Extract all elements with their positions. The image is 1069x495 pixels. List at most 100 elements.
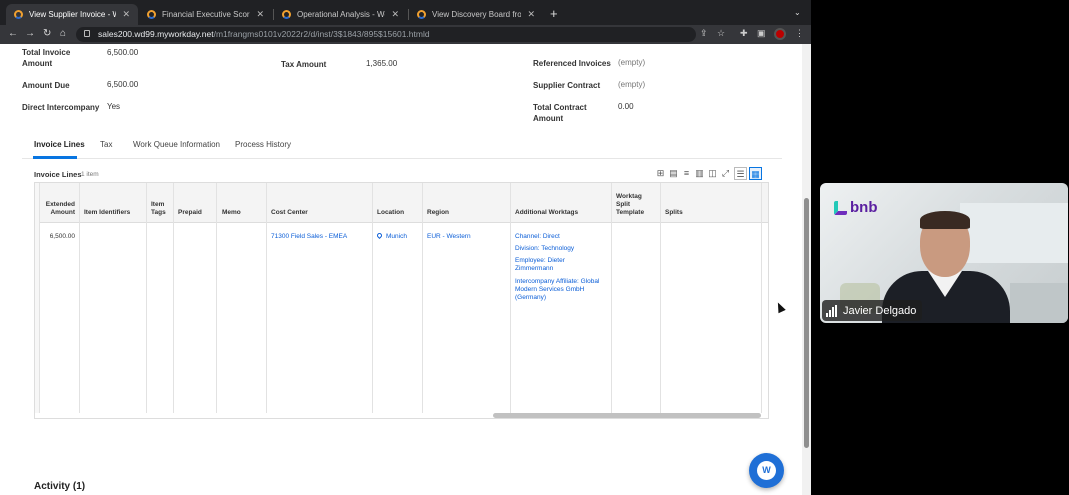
browser-tab-1[interactable]: View Supplier Invoice - Workday ✕ (6, 4, 138, 25)
col-item-identifiers[interactable]: Item Identifiers (84, 209, 130, 217)
workday-favicon-icon (417, 10, 426, 19)
close-tab-icon[interactable]: ✕ (256, 9, 264, 20)
office-background (1010, 283, 1068, 323)
workday-assistant-button[interactable]: W (749, 453, 784, 488)
col-item-tags[interactable]: Item Tags (151, 201, 171, 217)
tax-amount-label: Tax Amount (281, 60, 327, 69)
frozen-column-edge (35, 183, 40, 413)
direct-intercompany-value: Yes (107, 102, 121, 111)
vertical-scrollbar[interactable] (802, 44, 811, 495)
export-excel-icon[interactable]: ⊞ (654, 167, 667, 180)
referenced-invoices-label: Referenced Invoices (533, 59, 611, 68)
participant-name-tag: Javier Delgado (822, 300, 923, 321)
scroll-thumb[interactable] (804, 198, 809, 448)
cell-location-link[interactable]: Munich (375, 231, 407, 241)
cut-off-text: ― ―――――― ―― ――――――― (283, 44, 418, 47)
table-view-icon[interactable]: ☰ (734, 166, 747, 180)
horizontal-scrollbar[interactable] (493, 413, 761, 418)
reload-icon[interactable]: ↻ (43, 28, 51, 39)
filter-icon[interactable]: ≡ (680, 167, 693, 180)
fullscreen-icon[interactable]: ⤢ (719, 167, 732, 180)
col-additional-worktags[interactable]: Additional Worktags (515, 209, 578, 217)
col-cost-center[interactable]: Cost Center (271, 209, 308, 217)
url-omnibox[interactable]: sales200.wd99.myworkday.net/m1frangms010… (76, 27, 696, 42)
close-tab-icon[interactable]: ✕ (391, 9, 399, 20)
tab-search-chevron-icon[interactable]: ⌄ (794, 8, 801, 17)
tab-title: View Discovery Board from Wo (432, 10, 522, 19)
signal-strength-icon (826, 304, 838, 317)
worktag-employee-link[interactable]: Employee: Dieter Zimmermann (515, 257, 585, 273)
close-tab-icon[interactable]: ✕ (527, 9, 535, 20)
workday-favicon-icon (147, 10, 156, 19)
total-invoice-amount-label: Total Invoice Amount (22, 48, 71, 68)
activity-heading: Activity (1) (34, 481, 86, 492)
tab-invoice-lines[interactable]: Invoice Lines (34, 140, 85, 149)
workday-assistant-icon: W (757, 461, 776, 480)
supplier-contract-label: Supplier Contract (533, 81, 601, 90)
profile-avatar-icon[interactable] (774, 28, 786, 40)
worktag-intercompany-link[interactable]: Intercompany Affiliate: Global Modern Se… (515, 278, 607, 302)
browser-tab-3[interactable]: Operational Analysis - Workday ✕ (274, 4, 407, 25)
browser-tab-4[interactable]: View Discovery Board from Wo ✕ (409, 4, 543, 25)
tax-amount-value: 1,365.00 (366, 59, 398, 68)
forward-arrow-icon[interactable]: → (25, 28, 35, 39)
amount-due-value: 6,500.00 (107, 80, 139, 89)
worktag-channel-link[interactable]: Channel: Direct (515, 233, 607, 241)
col-prepaid[interactable]: Prepaid (178, 209, 202, 217)
col-location[interactable]: Location (377, 209, 404, 217)
workday-page: ― ―――――― ―― ――――――― Total Invoice Amount… (0, 44, 811, 495)
total-contract-amount-label: Total Contract Amount (533, 103, 587, 123)
close-tab-icon[interactable]: ✕ (122, 9, 130, 20)
total-invoice-amount-value: 6,500.00 (107, 48, 139, 57)
browser-tab-2[interactable]: Financial Executive Scorecard ✕ (139, 4, 272, 25)
office-background (960, 203, 1068, 263)
col-region[interactable]: Region (427, 209, 449, 217)
back-arrow-icon[interactable]: ← (8, 28, 18, 39)
col-extended-amount[interactable]: Extended Amount (45, 201, 75, 217)
share-icon[interactable]: ⇪ (700, 28, 708, 39)
side-panel-icon[interactable]: ▣ (757, 28, 766, 39)
grid-toolbar: ⊞ ▤ ≡ ▥ ◫ ⤢ ☰ ▦ (654, 166, 762, 180)
col-worktag-split-template[interactable]: Worktag Split Template (616, 193, 656, 217)
bnb-logo-text: bnb (850, 199, 878, 216)
location-pin-icon (375, 231, 384, 240)
lock-icon[interactable] (84, 30, 90, 37)
bnb-logo: bnb (834, 199, 878, 216)
col-memo[interactable]: Memo (222, 209, 241, 217)
tab-bar: View Supplier Invoice - Workday ✕ Financ… (0, 0, 811, 25)
total-contract-amount-value: 0.00 (618, 102, 634, 111)
tab-tax[interactable]: Tax (100, 140, 112, 149)
cell-region-link[interactable]: EUR - Western (427, 233, 471, 241)
tab-work-queue-information[interactable]: Work Queue Information (133, 140, 220, 149)
address-bar: ← → ↻ ⌂ sales200.wd99.myworkday.net/m1fr… (0, 25, 811, 44)
bookmark-star-icon[interactable]: ☆ (717, 28, 725, 39)
invoice-lines-table: Extended Amount Item Identifiers Item Ta… (34, 182, 769, 419)
supplier-contract-value: (empty) (618, 80, 646, 89)
participant-hair (920, 211, 970, 229)
kebab-menu-icon[interactable]: ⋮ (795, 28, 804, 39)
worktag-division-link[interactable]: Division: Technology (515, 245, 607, 253)
home-icon[interactable]: ⌂ (60, 28, 66, 39)
workday-favicon-icon (14, 10, 23, 19)
cell-extended-amount: 6,500.00 (49, 233, 75, 240)
grid-view-icon[interactable]: ▦ (749, 166, 762, 180)
url-text: sales200.wd99.myworkday.net/m1frangms010… (98, 29, 430, 39)
location-text: Munich (386, 233, 407, 240)
direct-intercompany-label: Direct Intercompany (22, 103, 100, 112)
chart-icon[interactable]: ▥ (693, 167, 706, 180)
participant-name: Javier Delgado (843, 304, 917, 317)
referenced-invoices-value: (empty) (618, 58, 646, 67)
bnb-logo-mark-icon (834, 200, 847, 215)
tab-process-history[interactable]: Process History (235, 140, 291, 149)
columns-icon[interactable]: ◫ (706, 167, 719, 180)
active-tab-indicator (33, 156, 77, 159)
amount-due-label: Amount Due (22, 81, 70, 90)
export-pdf-icon[interactable]: ▤ (667, 167, 680, 180)
tab-title: Operational Analysis - Workday (297, 10, 385, 19)
extensions-puzzle-icon[interactable]: ✚ (740, 28, 748, 39)
new-tab-plus-icon[interactable]: + (550, 6, 558, 21)
cell-cost-center-link[interactable]: 71300 Field Sales - EMEA (271, 233, 347, 241)
col-splits[interactable]: Splits (665, 209, 683, 217)
video-participant-tile: bnb Javier Delgado (820, 183, 1068, 323)
browser-window: View Supplier Invoice - Workday ✕ Financ… (0, 0, 811, 495)
